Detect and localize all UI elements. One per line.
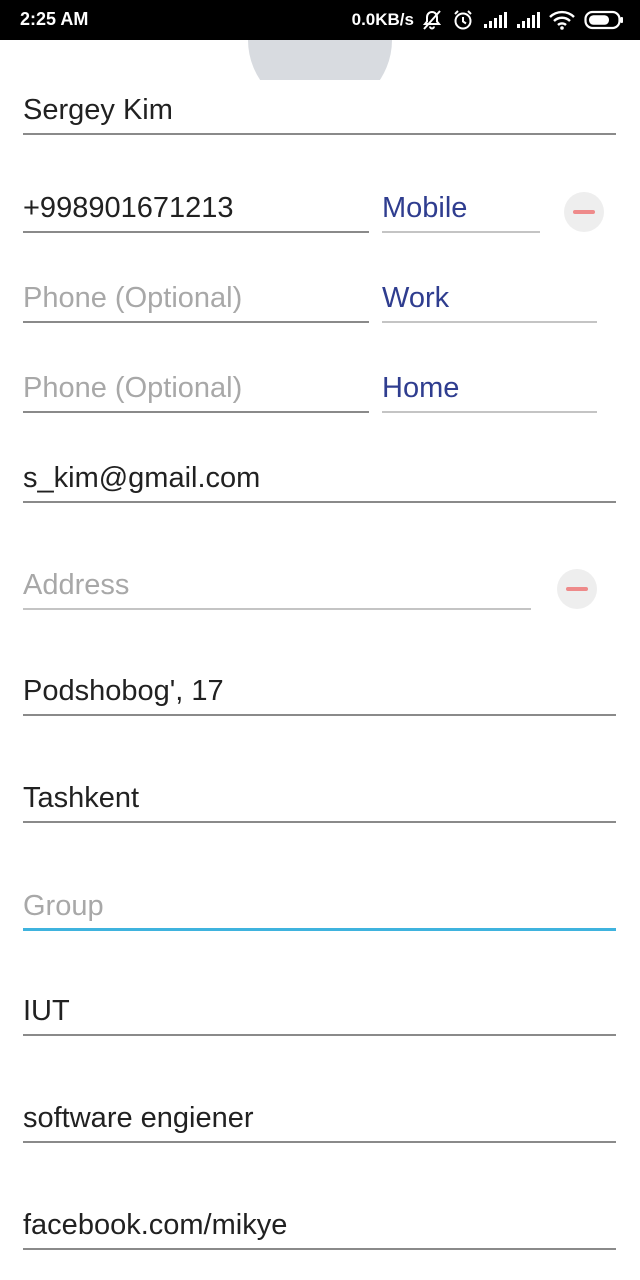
phone-type-2: Work <box>382 282 450 314</box>
battery-icon <box>584 10 624 30</box>
website-underline <box>23 1248 616 1250</box>
street-field[interactable]: Podshobog', 17 <box>23 668 616 716</box>
street-value: Podshobog', 17 <box>23 675 224 707</box>
phone-type-select-2[interactable]: Work <box>382 275 597 323</box>
job-title-value: software engiener <box>23 1102 254 1134</box>
phone-field-3[interactable]: Phone (Optional) <box>23 365 369 413</box>
job-title-underline <box>23 1141 616 1143</box>
name-underline <box>23 133 616 135</box>
status-time: 2:25 AM <box>20 9 89 29</box>
group-placeholder: Group <box>23 890 104 922</box>
phone-type-select-3[interactable]: Home <box>382 365 597 413</box>
website-field[interactable]: facebook.com/mikye <box>23 1202 616 1250</box>
phone-type-underline-2 <box>382 321 597 323</box>
phone-type-select-1[interactable]: Mobile <box>382 185 540 233</box>
phone-underline-2 <box>23 321 369 323</box>
company-field[interactable]: IUT <box>23 988 616 1036</box>
remove-address-button[interactable] <box>557 569 597 609</box>
minus-icon <box>566 587 588 591</box>
phone-field-2[interactable]: Phone (Optional) <box>23 275 369 323</box>
city-underline <box>23 821 616 823</box>
phone-placeholder-3: Phone (Optional) <box>23 372 243 404</box>
city-field[interactable]: Tashkent <box>23 775 616 823</box>
mute-alarm-icon <box>421 9 443 31</box>
avatar-area <box>0 40 640 80</box>
street-underline <box>23 714 616 716</box>
job-title-field[interactable]: software engiener <box>23 1095 616 1143</box>
alarm-clock-icon <box>452 9 474 31</box>
phone-type-1: Mobile <box>382 192 468 224</box>
website-value: facebook.com/mikye <box>23 1209 288 1241</box>
group-underline-focused <box>23 928 616 931</box>
email-value: s_kim@gmail.com <box>23 462 261 494</box>
group-field[interactable]: Group <box>23 882 616 931</box>
name-value: Sergey Kim <box>23 94 173 126</box>
company-value: IUT <box>23 995 70 1027</box>
phone-type-underline-3 <box>382 411 597 413</box>
signal-icon-2 <box>516 11 540 29</box>
phone-type-underline-1 <box>382 231 540 233</box>
company-underline <box>23 1034 616 1036</box>
phone-type-3: Home <box>382 372 460 404</box>
status-icons: 0.0KB/s <box>352 6 624 34</box>
email-field[interactable]: s_kim@gmail.com <box>23 455 616 503</box>
phone-underline-3 <box>23 411 369 413</box>
avatar[interactable] <box>248 40 392 80</box>
signal-icon <box>483 11 507 29</box>
phone-field-1[interactable]: +998901671213 <box>23 185 369 233</box>
address-field[interactable]: Address <box>23 562 531 610</box>
minus-icon <box>573 210 595 214</box>
address-placeholder: Address <box>23 569 130 601</box>
name-field[interactable]: Sergey Kim <box>23 94 616 135</box>
network-speed: 0.0KB/s <box>351 10 414 29</box>
city-value: Tashkent <box>23 782 140 814</box>
remove-phone-button[interactable] <box>564 192 604 232</box>
address-underline <box>23 608 531 610</box>
phone-underline-1 <box>23 231 369 233</box>
phone-value-1: +998901671213 <box>23 192 234 224</box>
email-underline <box>23 501 616 503</box>
wifi-icon <box>549 10 575 30</box>
phone-placeholder-2: Phone (Optional) <box>23 282 243 314</box>
status-bar: 2:25 AM 0.0KB/s <box>0 0 640 40</box>
